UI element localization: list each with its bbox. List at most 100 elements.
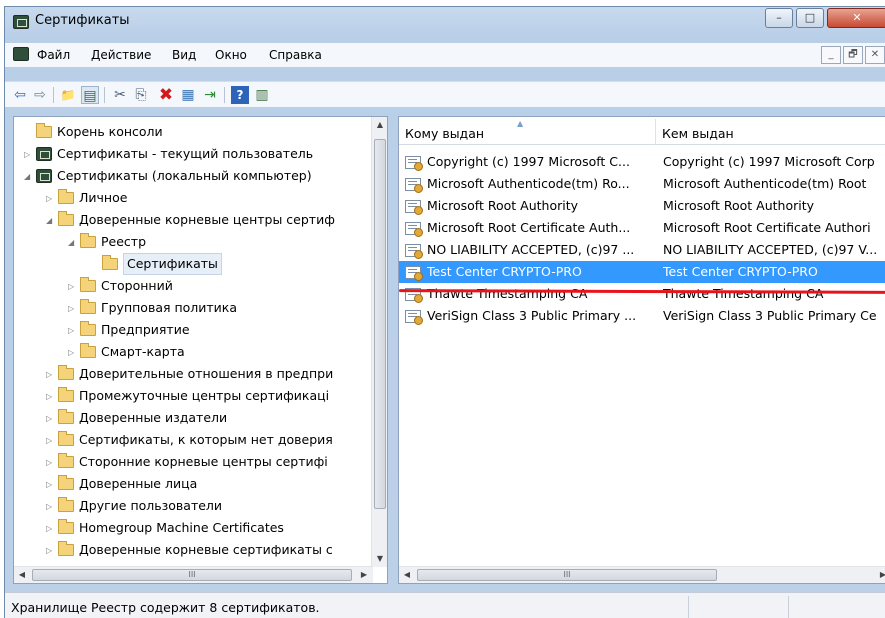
folder-icon bbox=[58, 453, 74, 468]
mdi-minimize-button[interactable]: _ bbox=[821, 46, 841, 64]
certificate-row[interactable]: Microsoft Authenticode(tm) Ro... Microsof… bbox=[399, 173, 885, 195]
tree-item[interactable]: ◢ Сертификаты (локальный компьютер) bbox=[14, 166, 373, 188]
expand-arrow-icon[interactable]: ▷ bbox=[46, 437, 54, 445]
scroll-left-icon[interactable]: ◀ bbox=[399, 567, 415, 583]
mdi-restore-button[interactable]: 🗗 bbox=[843, 46, 863, 64]
tree-item-label: Сертификаты bbox=[123, 253, 222, 275]
tree-item[interactable]: ▷ Доверенные корневые сертификаты с bbox=[14, 540, 373, 562]
expand-arrow-icon[interactable]: ▷ bbox=[46, 415, 54, 423]
expand-arrow-icon[interactable]: ▷ bbox=[46, 503, 54, 511]
minimize-button[interactable]: – bbox=[765, 8, 793, 28]
tree-item[interactable]: ▷ Сертификаты - текущий пользователь bbox=[14, 144, 373, 166]
folder-icon bbox=[58, 431, 74, 446]
close-button[interactable]: ✕ bbox=[827, 8, 885, 28]
expand-arrow-icon[interactable]: ▷ bbox=[46, 547, 54, 555]
toolbar: ⇦ ⇨ 📁 ▤ ✂ ⎘ ✖ ▦ ⇥ ? ▥ bbox=[5, 81, 885, 107]
folder-icon bbox=[58, 387, 74, 402]
certificate-icon bbox=[405, 156, 423, 171]
certificate-row[interactable]: VeriSign Class 3 Public Primary ... VeriS… bbox=[399, 305, 885, 327]
collapse-arrow-icon[interactable]: ◢ bbox=[46, 217, 54, 225]
certificate-icon bbox=[405, 244, 423, 259]
scroll-left-icon[interactable]: ◀ bbox=[14, 567, 30, 583]
collapse-arrow-icon[interactable]: ◢ bbox=[68, 239, 76, 247]
collapse-arrow-icon[interactable]: ◢ bbox=[24, 173, 32, 181]
maximize-button[interactable]: □ bbox=[796, 8, 824, 28]
tree-vertical-scrollbar[interactable]: ▲ ▼ bbox=[371, 117, 387, 567]
column-issued-to[interactable]: Кому выдан bbox=[399, 117, 655, 145]
expand-arrow-icon[interactable]: ▷ bbox=[68, 349, 76, 357]
tree-item[interactable]: ▷ Другие пользователи bbox=[14, 496, 373, 518]
title-bar[interactable]: Сертификаты – □ ✕ bbox=[5, 7, 885, 37]
tree-item[interactable]: ▷ Сертификаты, к которым нет доверия bbox=[14, 430, 373, 452]
cell-issued-to: Copyright (c) 1997 Microsoft C... bbox=[427, 154, 630, 169]
scroll-thumb[interactable]: III bbox=[417, 569, 717, 581]
tree-item[interactable]: ▷ Доверенные лица bbox=[14, 474, 373, 496]
expand-arrow-icon[interactable]: ▷ bbox=[46, 393, 54, 401]
properties-icon[interactable]: ▦ bbox=[179, 86, 197, 104]
help-icon[interactable]: ? bbox=[231, 86, 249, 104]
tree-item-label: Промежуточные центры сертификаці bbox=[79, 388, 330, 403]
certificate-row[interactable]: Thawte Timestamping CA Thawte Timestampin… bbox=[399, 283, 885, 305]
tree-item[interactable]: ▷ Смарт-карта bbox=[14, 342, 373, 364]
menu-action[interactable]: Действие bbox=[91, 48, 151, 62]
scroll-down-icon[interactable]: ▼ bbox=[372, 551, 388, 567]
tree-item[interactable]: ▷ Homegroup Machine Certificates bbox=[14, 518, 373, 540]
scroll-right-icon[interactable]: ▶ bbox=[356, 567, 372, 583]
certificates-app-icon[interactable] bbox=[13, 15, 29, 29]
tree-item-label: Личное bbox=[79, 190, 128, 205]
cell-issued-to: Microsoft Authenticode(tm) Ro... bbox=[427, 176, 630, 191]
cell-issued-to: Test Center CRYPTO-PRO bbox=[427, 264, 582, 279]
forward-arrow-icon[interactable]: ⇨ bbox=[31, 86, 49, 104]
details-view-icon[interactable]: ▥ bbox=[253, 86, 271, 104]
tree-item[interactable]: ▷ Предприятие bbox=[14, 320, 373, 342]
console-icon[interactable] bbox=[13, 47, 29, 61]
menu-help[interactable]: Справка bbox=[269, 48, 322, 62]
certificate-row[interactable]: Test Center CRYPTO-PRO Test Center CRYPTO… bbox=[399, 261, 885, 283]
mdi-close-button[interactable]: ✕ bbox=[865, 46, 885, 64]
tree-item[interactable]: ▷ Групповая политика bbox=[14, 298, 373, 320]
tree-item[interactable]: ◢ Реестр bbox=[14, 232, 373, 254]
tree-item[interactable]: ◢ Доверенные корневые центры сертиф bbox=[14, 210, 373, 232]
scroll-up-icon[interactable]: ▲ bbox=[372, 117, 388, 133]
tree-item[interactable]: ▷ Сторонние корневые центры сертифі bbox=[14, 452, 373, 474]
menu-file[interactable]: Файл bbox=[37, 48, 70, 62]
tree-item[interactable]: ▷ Доверенные издатели bbox=[14, 408, 373, 430]
back-arrow-icon[interactable]: ⇦ bbox=[11, 86, 29, 104]
console-tree: Корень консоли ▷ Сертификаты - текущий пол… bbox=[14, 117, 373, 567]
tree-item[interactable]: Сертификаты bbox=[14, 253, 373, 276]
tree-horizontal-scrollbar[interactable]: ◀ III ▶ bbox=[14, 566, 373, 583]
expand-arrow-icon[interactable]: ▷ bbox=[46, 371, 54, 379]
cut-icon[interactable]: ✂ bbox=[111, 86, 129, 104]
tree-item[interactable]: ▷ Личное bbox=[14, 188, 373, 210]
scroll-right-icon[interactable]: ▶ bbox=[875, 567, 885, 583]
expand-arrow-icon[interactable]: ▷ bbox=[68, 305, 76, 313]
menu-window[interactable]: Окно bbox=[215, 48, 247, 62]
certificate-row[interactable]: NO LIABILITY ACCEPTED, (c)97 ... NO LIABI… bbox=[399, 239, 885, 261]
scroll-thumb[interactable]: III bbox=[32, 569, 352, 581]
tree-item[interactable]: Корень консоли bbox=[14, 122, 373, 144]
scroll-thumb[interactable] bbox=[374, 139, 386, 509]
expand-arrow-icon[interactable]: ▷ bbox=[24, 151, 32, 159]
column-issued-by[interactable]: Кем выдан bbox=[656, 117, 885, 145]
certificate-row[interactable]: Microsoft Root Certificate Auth... Micros… bbox=[399, 217, 885, 239]
expand-arrow-icon[interactable]: ▷ bbox=[46, 459, 54, 467]
copy-icon[interactable]: ⎘ bbox=[132, 86, 150, 104]
expand-arrow-icon[interactable]: ▷ bbox=[46, 195, 54, 203]
status-text: Хранилище Реестр содержит 8 сертификатов… bbox=[11, 600, 320, 615]
expand-arrow-icon[interactable]: ▷ bbox=[68, 327, 76, 335]
expand-arrow-icon[interactable]: ▷ bbox=[46, 481, 54, 489]
export-list-icon[interactable]: ⇥ bbox=[201, 86, 219, 104]
up-folder-icon[interactable]: 📁 bbox=[59, 86, 77, 104]
show-tree-icon[interactable]: ▤ bbox=[81, 86, 99, 104]
tree-item[interactable]: ▷ Промежуточные центры сертификаці bbox=[14, 386, 373, 408]
certificate-row[interactable]: Copyright (c) 1997 Microsoft C... Copyrig… bbox=[399, 151, 885, 173]
certificate-row[interactable]: Microsoft Root Authority Microsoft Root A… bbox=[399, 195, 885, 217]
cell-issued-by: Microsoft Root Authority bbox=[663, 198, 815, 213]
tree-item[interactable]: ▷ Сторонний bbox=[14, 276, 373, 298]
expand-arrow-icon[interactable]: ▷ bbox=[68, 283, 76, 291]
list-horizontal-scrollbar[interactable]: ◀ III ▶ bbox=[399, 566, 885, 583]
delete-icon[interactable]: ✖ bbox=[157, 86, 175, 104]
expand-arrow-icon[interactable]: ▷ bbox=[46, 525, 54, 533]
menu-view[interactable]: Вид bbox=[172, 48, 196, 62]
tree-item[interactable]: ▷ Доверительные отношения в предпри bbox=[14, 364, 373, 386]
